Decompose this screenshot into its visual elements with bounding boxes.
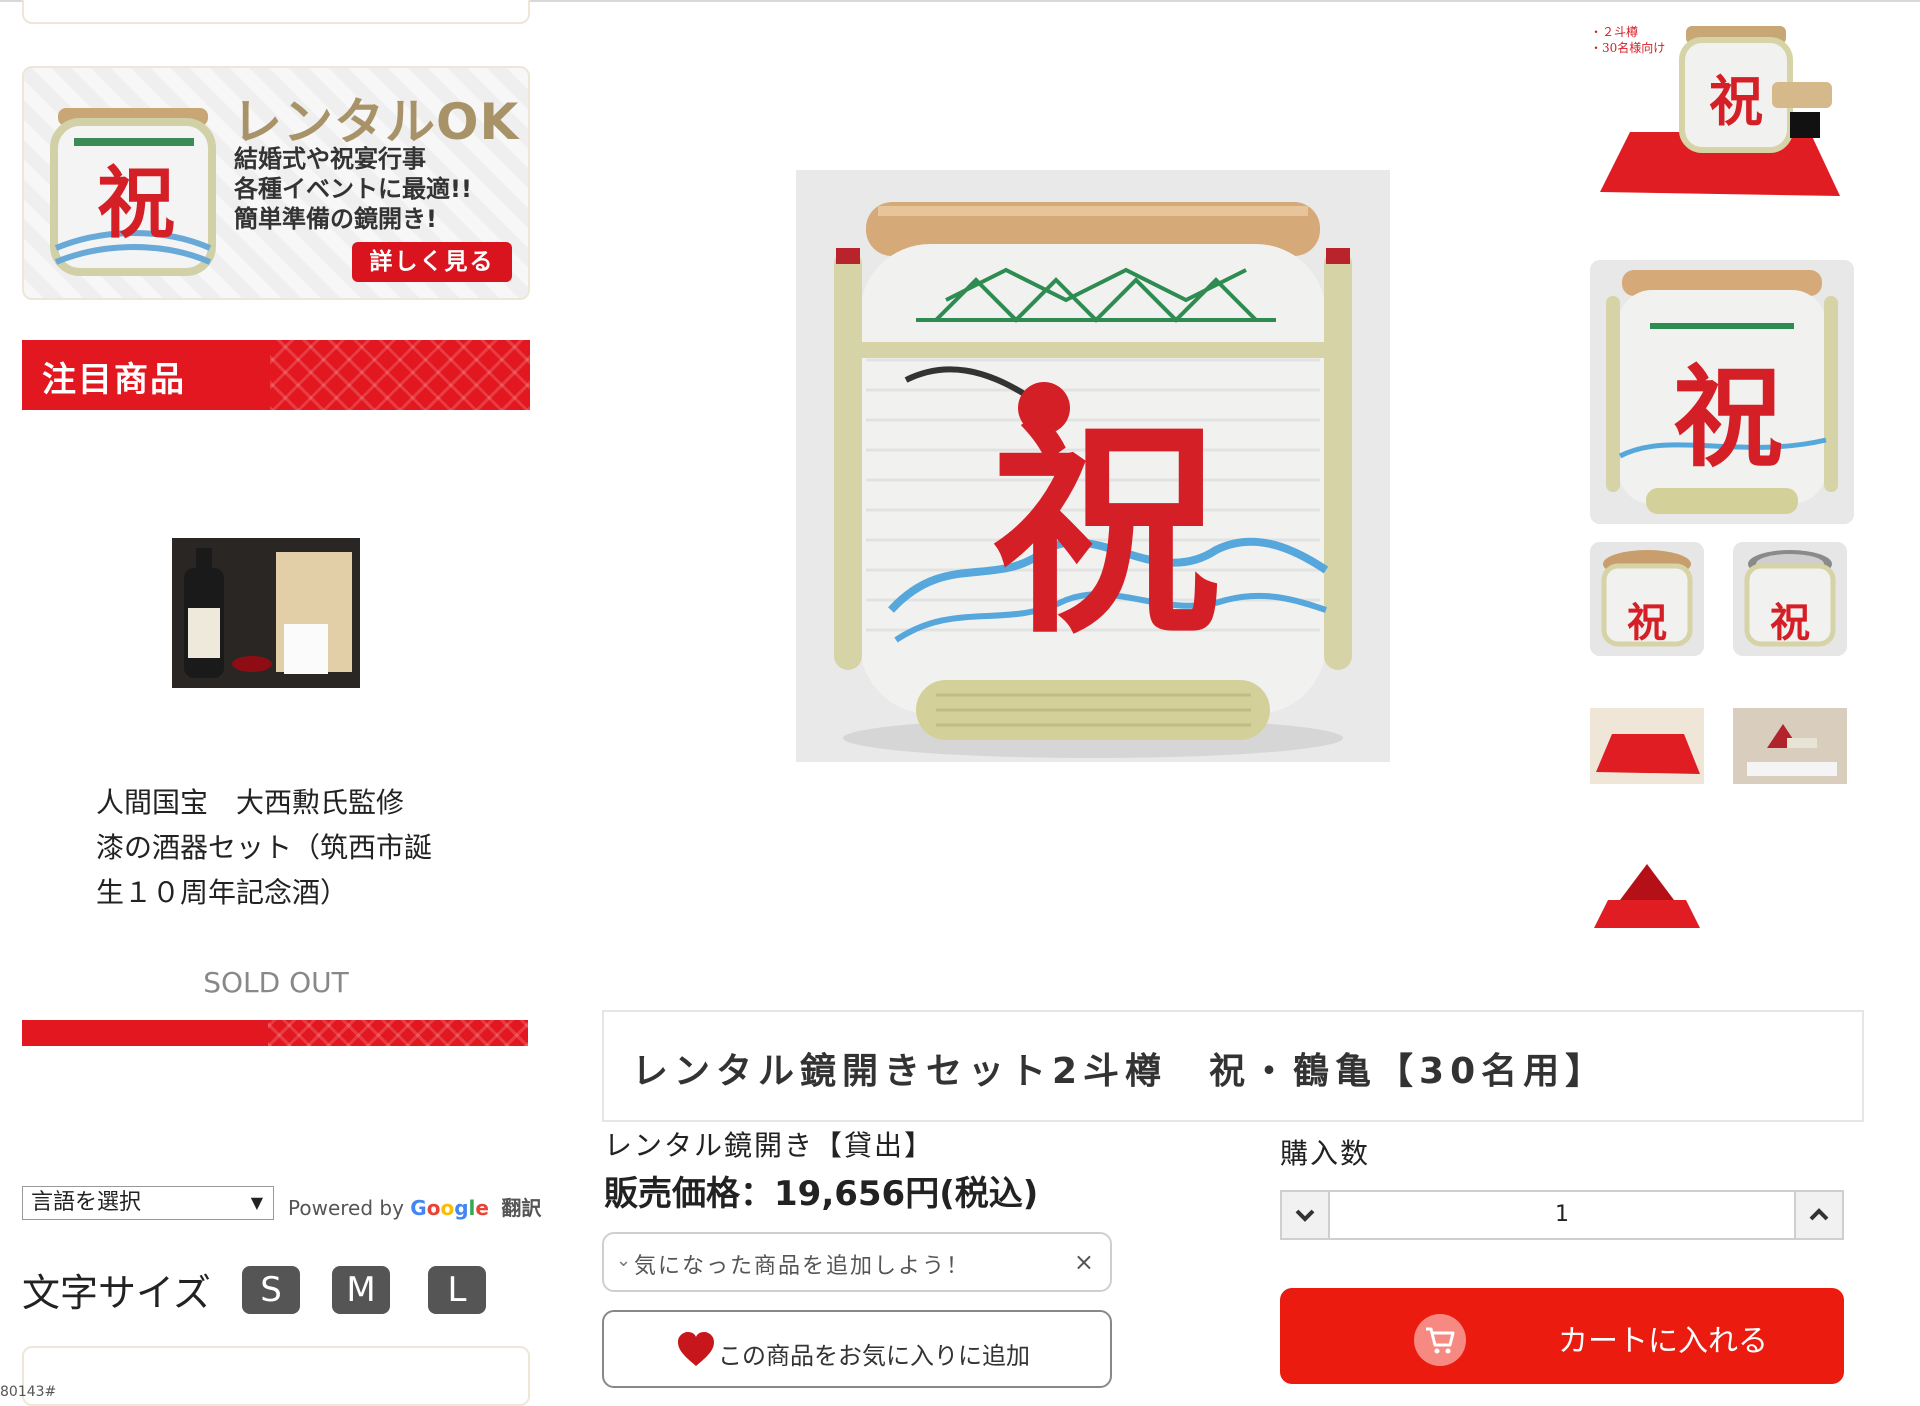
- favorites-dropdown[interactable]: ⌄ 気になった商品を追加しよう！ ×: [602, 1232, 1112, 1292]
- chevron-down-icon: [1295, 1209, 1315, 1222]
- kanji-iwai: 祝: [97, 158, 175, 249]
- product-title: レンタル鏡開きセット2斗樽 祝・鶴亀【30名用】: [632, 1051, 1608, 1092]
- add-to-favorites-label: この商品をお気に入りに追加: [718, 1342, 1030, 1370]
- sidebar-bottom-panel: [22, 1346, 530, 1406]
- thumbnail-barrel-lid[interactable]: 祝: [1590, 542, 1704, 656]
- kanji-iwai: 祝: [1709, 69, 1763, 133]
- featured-products-heading: 注目商品: [22, 340, 530, 410]
- sidebar-top-panel: [22, 0, 530, 24]
- kanji-iwai: 祝: [1673, 353, 1783, 482]
- heart-icon: [678, 1332, 714, 1366]
- product-price: 販売価格：19,656円(税込): [604, 1174, 1039, 1214]
- favorites-dropdown-text: 気になった商品を追加しよう！: [634, 1254, 971, 1279]
- quantity-stepper[interactable]: 1: [1280, 1190, 1844, 1240]
- google-logo: Google: [410, 1196, 489, 1220]
- quantity-input[interactable]: 1: [1330, 1192, 1794, 1238]
- details-button[interactable]: 詳しく見る: [352, 242, 512, 282]
- powered-by-text: Powered by: [288, 1196, 404, 1220]
- kanji-iwai: 祝: [991, 395, 1221, 665]
- banner-line: 簡単準備の鏡開き!: [234, 205, 437, 233]
- chevron-up-icon: [1809, 1208, 1829, 1221]
- featured-product-title[interactable]: 人間国宝 大西勲氏監修 漆の酒器セット（筑西市誕生１０周年記念酒）: [96, 780, 436, 915]
- font-size-label: 文字サイズ: [22, 1271, 211, 1315]
- add-to-cart-button[interactable]: カートに入れる: [1280, 1288, 1844, 1384]
- kanji-iwai: 祝: [1770, 599, 1810, 646]
- sake-set-illustration: [172, 538, 360, 688]
- dropdown-arrow-icon: ▼: [250, 1193, 263, 1212]
- thumbnail-red-cloth[interactable]: [1590, 708, 1704, 784]
- banner-line: 結婚式や祝宴行事: [234, 145, 426, 173]
- quantity-increase-button[interactable]: [1794, 1192, 1842, 1238]
- add-to-cart-label: カートに入れる: [1558, 1324, 1768, 1359]
- thumbnail-barrel-front[interactable]: 祝: [1590, 260, 1854, 524]
- product-category: レンタル鏡開き【貸出】: [604, 1129, 935, 1162]
- section-divider-bar: [22, 1020, 528, 1046]
- sold-out-label: SOLD OUT: [203, 966, 349, 999]
- thumbnail-mallet-set[interactable]: [1733, 708, 1847, 784]
- close-icon[interactable]: ×: [1074, 1248, 1094, 1276]
- featured-heading-label: 注目商品: [42, 360, 186, 400]
- heading-pattern: [270, 340, 530, 410]
- font-size-large-button[interactable]: L: [428, 1266, 486, 1314]
- featured-product-image[interactable]: [172, 538, 360, 688]
- thumbnail-caption: ・２斗樽: [1590, 24, 1638, 39]
- banner-copy: 結婚式や祝宴行事 各種イベントに最適!! 簡単準備の鏡開き!: [234, 144, 472, 234]
- add-to-favorites-button[interactable]: この商品をお気に入りに追加: [602, 1310, 1112, 1388]
- sake-barrel-illustration: 祝: [796, 170, 1390, 762]
- keg-illustration: 祝: [50, 108, 216, 276]
- translate-label: 翻訳: [501, 1196, 542, 1220]
- language-select-value: 言語を選択: [31, 1190, 142, 1215]
- thumbnail-caption: ・30名様向け: [1590, 40, 1665, 55]
- powered-by-google-translate[interactable]: Powered by Google 翻訳: [288, 1192, 541, 1221]
- product-title-box: レンタル鏡開きセット2斗樽 祝・鶴亀【30名用】: [602, 1010, 1864, 1122]
- chevron-down-icon: ⌄: [616, 1250, 632, 1271]
- thumbnail-set-overview[interactable]: ・２斗樽 ・30名様向け 祝: [1590, 12, 1854, 212]
- kanji-iwai: 祝: [1627, 599, 1667, 646]
- language-select[interactable]: 言語を選択 ▼: [22, 1186, 274, 1220]
- rental-ok-banner[interactable]: 祝 レンタルOK 結婚式や祝宴行事 各種イベントに最適!! 簡単準備の鏡開き! …: [22, 66, 530, 300]
- quantity-label: 購入数: [1280, 1137, 1371, 1170]
- thumbnail-red-stand[interactable]: [1590, 854, 1704, 930]
- page-id-text: 80143#: [0, 1384, 57, 1400]
- cart-icon: [1414, 1314, 1466, 1366]
- banner-line: 各種イベントに最適!!: [234, 175, 472, 203]
- main-product-image[interactable]: 祝: [796, 170, 1390, 762]
- divider-pattern: [268, 1020, 528, 1046]
- thumbnail-barrel-inside[interactable]: 祝: [1733, 542, 1847, 656]
- font-size-medium-button[interactable]: M: [332, 1266, 390, 1314]
- font-size-small-button[interactable]: S: [242, 1266, 300, 1314]
- quantity-decrease-button[interactable]: [1282, 1192, 1330, 1238]
